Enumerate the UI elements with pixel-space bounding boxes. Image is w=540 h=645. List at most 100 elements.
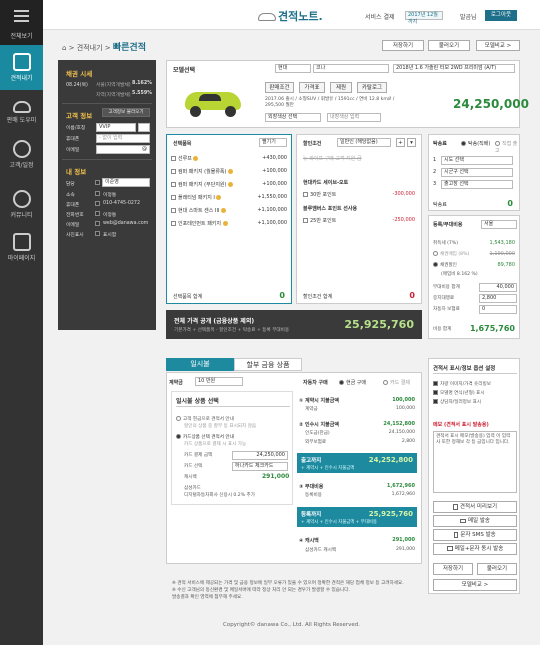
help-icon — [228, 169, 234, 174]
sidebar-item-customer[interactable]: 고객/일정 — [0, 135, 43, 177]
blue-members-item[interactable]: 25만 포인트 — [303, 217, 336, 224]
preview-button[interactable]: 견적서 미리보기 — [433, 501, 517, 513]
cashback-value: 291,000 — [262, 473, 290, 480]
summary-cashback-value: 291,000 — [392, 537, 415, 543]
fees-region-select[interactable]: 서울 — [481, 220, 517, 229]
delivery-district-select[interactable]: 시군구 선택 — [441, 168, 513, 177]
sidebar-item-mypage[interactable]: 마이페이지 — [0, 228, 43, 270]
sidebar-item-estimate[interactable]: 견적내기 — [0, 45, 43, 90]
summary-balance-value: 24,150,000 — [388, 430, 415, 435]
tag-spec[interactable]: 제원 — [330, 82, 352, 93]
method-card-radio[interactable]: 카드상품 선택 견적서 안내 — [176, 434, 234, 440]
card-amount-input[interactable]: 24,250,000 — [232, 451, 288, 460]
brand-select[interactable]: 현대 — [275, 64, 311, 73]
fee-bond-discount-label[interactable]: 채권할인 — [433, 262, 457, 268]
total-title: 전체 가격 공개 (금융상품 제외) — [174, 318, 255, 325]
my-email-checkbox[interactable] — [95, 221, 100, 226]
blue-members-title: 블루멤버스 포인트 선사용 — [303, 206, 358, 212]
delivery-pickup-radio[interactable]: 직접 출고 — [495, 140, 519, 154]
discount-dropdown[interactable]: ▾ — [407, 138, 416, 147]
customer-email-input[interactable]: @ — [96, 145, 150, 154]
options-view-select[interactable]: 펼기기 — [259, 138, 287, 147]
customer-phone-input[interactable]: - 없이 입력 — [96, 134, 150, 143]
rate-row-1-label: 서울(지역개발채) — [96, 83, 131, 88]
model-select[interactable]: 코나 — [313, 64, 389, 73]
settings-load-button[interactable]: 불러오기 — [477, 563, 517, 575]
discount-select[interactable]: 일반인 (해당없음) — [337, 138, 391, 147]
my-manager-checkbox[interactable] — [95, 180, 100, 185]
card-select[interactable]: 하나카드 체크카드 — [232, 462, 288, 471]
delivery-depot-select[interactable]: 출고장 선택 — [441, 180, 513, 189]
sidebar-item-community[interactable]: 커뮤니티 — [0, 185, 43, 227]
tab-lump-sum[interactable]: 일시불 — [166, 358, 234, 371]
my-phone-checkbox[interactable] — [95, 201, 100, 206]
option-item[interactable]: 인포테인먼트 패키지 +1,100,000 — [171, 220, 291, 233]
home-icon[interactable]: ⌂ — [62, 44, 66, 52]
customer-name-input[interactable]: VVIP — [96, 123, 136, 132]
help-icon — [221, 208, 226, 213]
fee-extra-input[interactable]: 40,000 — [479, 283, 517, 292]
interior-color-input[interactable]: 내장색상 입력 — [327, 113, 381, 122]
my-manager-select[interactable]: 이준영 — [102, 178, 150, 187]
fee-acq-tax: 1,543,180 — [489, 240, 515, 246]
load-customer-button[interactable]: 고객정보 불러오기 — [102, 108, 150, 117]
deposit-select[interactable]: 10 만원 — [195, 377, 243, 386]
card-save-value: -300,000 — [392, 191, 415, 197]
compare-button[interactable]: 모델비교 > — [476, 40, 520, 51]
settings-compare-button[interactable]: 모델비교 > — [433, 579, 517, 591]
card-radio[interactable]: 카드 결제 — [383, 379, 410, 386]
load-button[interactable]: 불러오기 — [428, 40, 470, 51]
purchase-type-label: 자동차 구매 — [303, 380, 328, 386]
people-icon — [12, 140, 31, 158]
option-item[interactable]: 플래티넘 패키지 I +1,550,000 — [171, 194, 291, 207]
delivery-direct-radio[interactable]: 탁송(직배) — [461, 140, 490, 147]
fee-bond-label[interactable]: 채권매입 (8%) — [433, 251, 469, 257]
summary-registration-label: 등록까지 — [301, 512, 322, 518]
help-icon — [216, 195, 222, 200]
setting-model-checkbox[interactable]: 모델명 연식(년형) 표시 — [433, 390, 485, 396]
option-item[interactable]: 컴퍼 패키지 (무단지원) +100,000 — [171, 181, 291, 194]
customer-title-input[interactable] — [138, 123, 150, 132]
setting-image-checkbox[interactable]: 차량 이미지/가격 숏리빙보 — [433, 381, 491, 387]
setting-dealer-checkbox[interactable]: 상담자/딜러정보 표시 — [433, 399, 481, 405]
fee-stamp-label: 증지대행료 — [433, 296, 455, 301]
tag-catalog[interactable]: 카탈로그 — [357, 82, 387, 93]
email-send-button[interactable]: 메일 발송 — [433, 515, 517, 527]
option-item[interactable]: 현대 스마트 센스 III +1,100,000 — [171, 207, 291, 220]
tab-installment[interactable]: 할부 금융 상품 — [234, 358, 302, 371]
delivery-city-select[interactable]: 시도 선택 — [441, 156, 513, 165]
my-tel-checkbox[interactable] — [95, 211, 100, 216]
fee-stamp-input[interactable]: 2,800 — [479, 294, 517, 303]
logo[interactable]: 견적노트. — [258, 8, 323, 24]
service-period-badge: 2017년 12월까지 — [405, 11, 443, 25]
card-save-item[interactable]: 30만 포인트 — [303, 191, 336, 198]
tag-price-table[interactable]: 가격표 — [299, 82, 325, 93]
sms-send-button[interactable]: 문자 SMS 발송 — [433, 529, 517, 541]
fee-insurance-input[interactable]: 0 — [479, 305, 517, 314]
settings-save-button[interactable]: 저장하기 — [433, 563, 473, 575]
my-photo-checkbox[interactable] — [95, 231, 100, 236]
rate-row-2-label: 지역(지역개발채) — [96, 93, 131, 98]
trim-select[interactable]: 2018년 1.6 가솔린 터보 2WD 프리미엄 (A/T) — [393, 64, 515, 73]
option-item[interactable]: 컴퍼 패키지 (월물류폭) +100,000 — [171, 168, 291, 181]
sidebar-item-all[interactable]: 전체보기 — [0, 0, 43, 45]
cash-radio[interactable]: 현금 구매 — [339, 379, 366, 386]
option-item[interactable]: 선루프 +430,000 — [171, 155, 291, 168]
my-org-checkbox[interactable] — [95, 191, 100, 196]
fee-bond: 1,190,000 — [489, 251, 515, 257]
sidebar-item-sales[interactable]: 판매 도우미 — [0, 92, 43, 134]
save-button[interactable]: 저장하기 — [382, 40, 424, 51]
rate-title: 채권 시세 — [66, 70, 93, 78]
card-amount-label: 카드 결제 금액 — [184, 453, 213, 458]
exterior-color-select[interactable]: 외장색상 선택 — [265, 113, 321, 122]
tag-sales-condition[interactable]: 판매조건 — [265, 82, 294, 93]
summary-release-label: 출고까지 — [301, 458, 322, 464]
breadcrumb-parent[interactable]: 견적내기 — [77, 44, 103, 52]
summary-extra-label: ③ 부대비용 — [299, 484, 324, 490]
add-discount-button[interactable]: + — [396, 138, 405, 147]
memo-textarea[interactable]: 견적서 표시 메모(발송용) 입력 이 입력사 또한 정해보 각 등 금입니다 … — [433, 431, 517, 493]
summary-insurance-value: 2,800 — [401, 439, 415, 444]
logout-button[interactable]: 로그아웃 — [485, 10, 517, 21]
method-cash-radio[interactable]: 고객 현금으로 견적서 안내 — [176, 416, 234, 422]
email-sms-send-button[interactable]: 메일+문자 동시 발송 — [433, 543, 517, 555]
